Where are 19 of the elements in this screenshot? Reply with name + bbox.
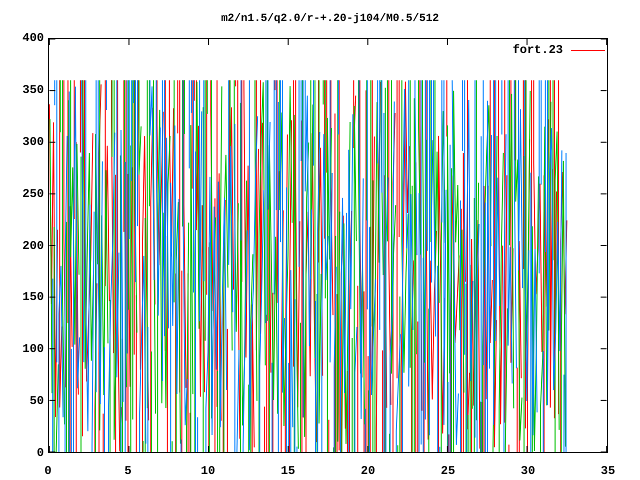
chart-title: m2/n1.5/q2.0/r-+.20-j104/M0.5/512: [220, 12, 440, 26]
y-tick-label: 150: [22, 290, 44, 304]
x-tick-label: 5: [123, 464, 133, 478]
y-tick-label: 0: [36, 446, 44, 460]
y-tick-label: 200: [22, 238, 44, 252]
x-tick-label: 10: [200, 464, 216, 478]
x-tick-label: 20: [360, 464, 376, 478]
y-tick-label: 400: [22, 31, 44, 45]
x-tick-label: 25: [440, 464, 456, 478]
y-tick-label: 50: [30, 394, 44, 408]
x-tick-label: 0: [43, 464, 53, 478]
y-tick-label: 300: [22, 134, 44, 149]
x-tick-label: 35: [600, 464, 616, 478]
x-tick-label: 30: [520, 464, 536, 478]
y-tick-label: 250: [22, 186, 44, 201]
y-tick-label: 100: [22, 342, 44, 356]
y-tick-label: 350: [22, 82, 44, 97]
x-tick-label: 15: [280, 464, 296, 478]
legend-label: fort.23: [512, 43, 563, 57]
